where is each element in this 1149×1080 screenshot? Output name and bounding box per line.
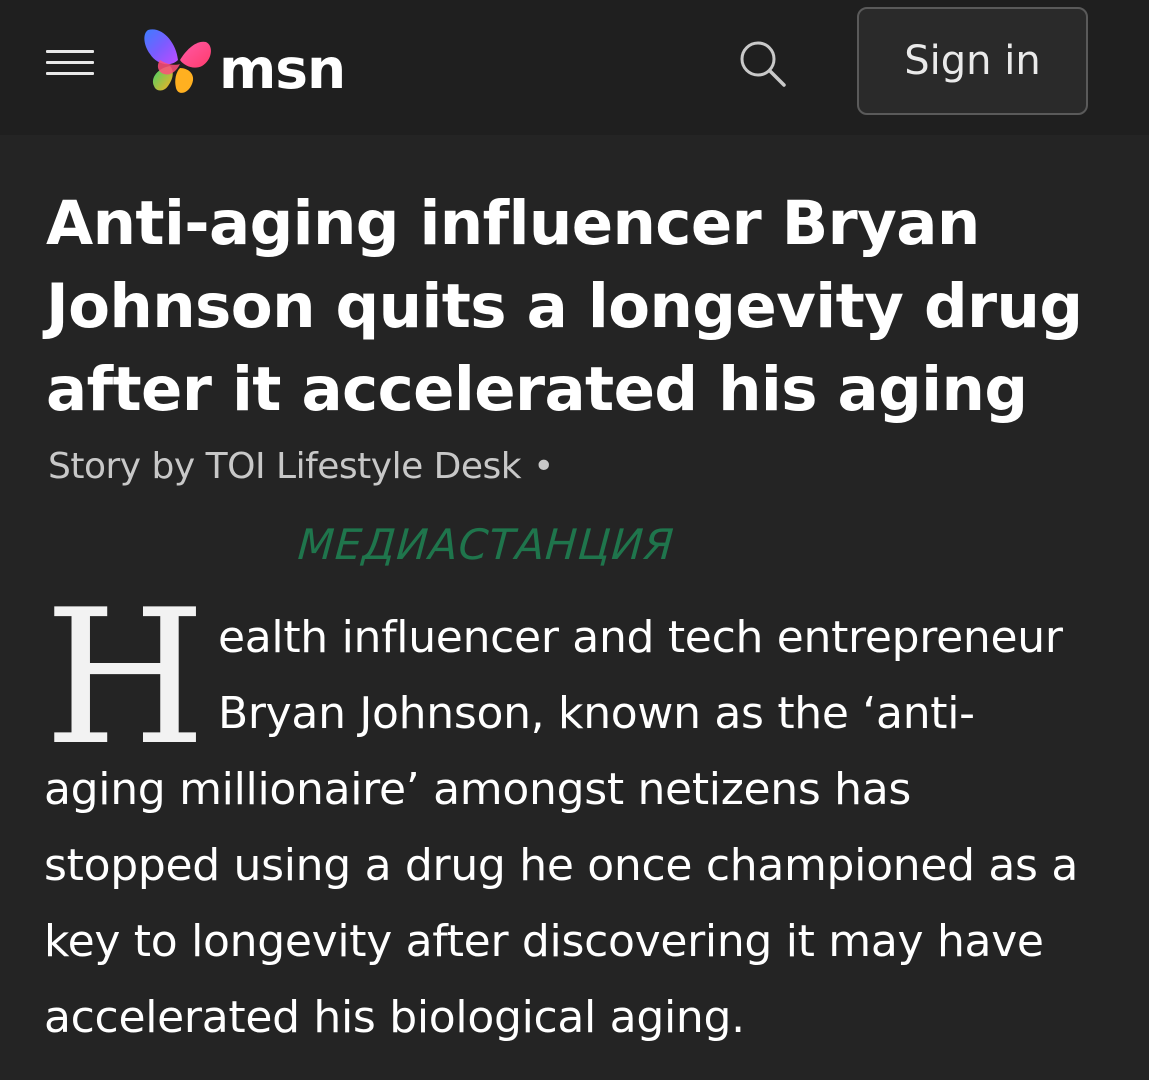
body-text-line: accelerated his biological aging. (44, 992, 745, 1043)
body-text-line: Bryan Johnson, known as the ‘anti- (218, 688, 975, 739)
watermark: МЕДИАСТАНЦИЯ (296, 520, 676, 569)
body-text-line: ealth influencer and tech entrepreneur (218, 612, 1063, 663)
headline-line: Johnson quits a longevity drug (46, 271, 1083, 342)
headline-line: Anti-aging influencer Bryan (46, 188, 980, 259)
body-text-line: key to longevity after discovering it ma… (44, 916, 1044, 967)
body-text-line: stopped using a drug he once championed … (44, 840, 1079, 891)
body-text-line: aging millionaire’ amongst netizens has (44, 764, 912, 815)
search-icon[interactable] (737, 38, 789, 90)
headline-line: after it accelerated his aging (46, 354, 1028, 425)
byline-separator: • (533, 446, 554, 487)
article-headline: Anti-aging influencer Bryan Johnson quit… (46, 182, 1106, 431)
hamburger-menu-icon[interactable] (46, 48, 94, 78)
top-navigation-bar: msn Sign in (0, 0, 1149, 135)
drop-cap: H (44, 569, 207, 786)
sign-in-button[interactable]: Sign in (857, 7, 1088, 115)
msn-logo-icon[interactable] (140, 24, 216, 100)
byline-author[interactable]: Story by TOI Lifestyle Desk (48, 446, 522, 487)
msn-logo-text[interactable]: msn (219, 34, 346, 104)
article-byline: Story by TOI Lifestyle Desk • (48, 442, 554, 492)
